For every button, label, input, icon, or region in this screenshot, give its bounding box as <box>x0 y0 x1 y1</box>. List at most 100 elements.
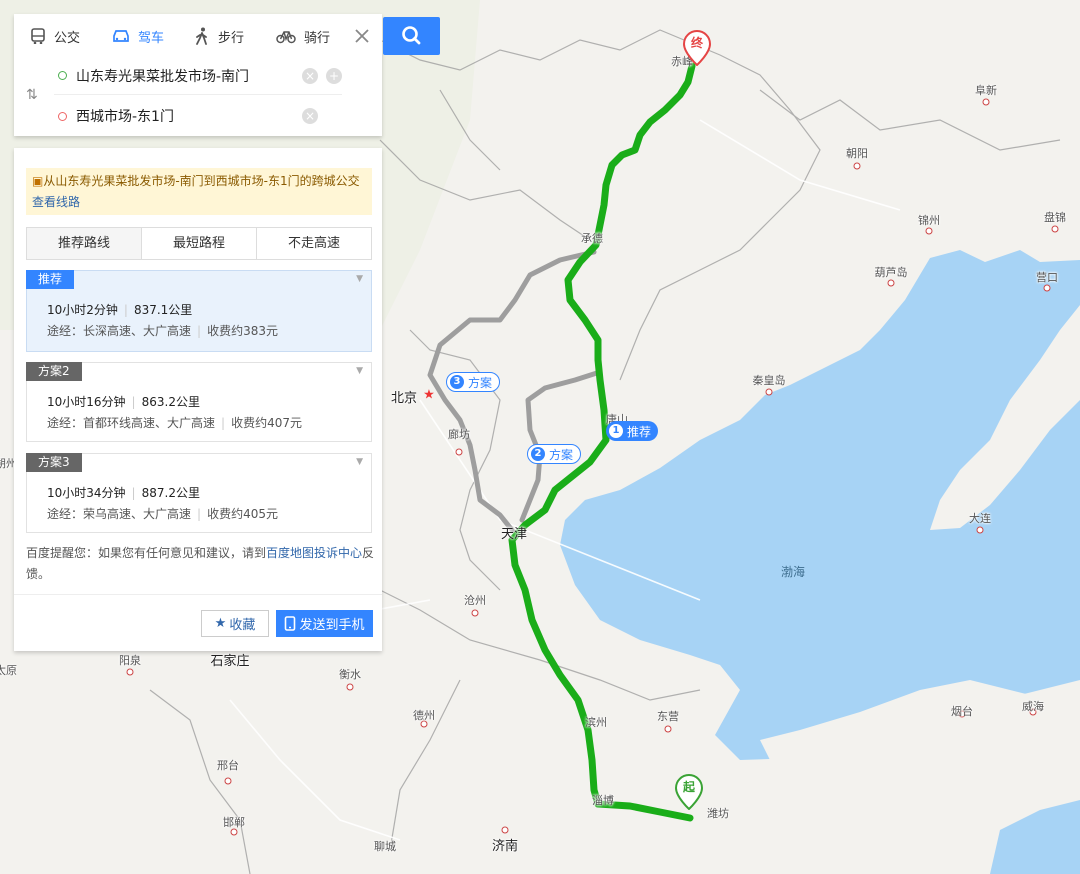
tab-drive-label: 驾车 <box>138 30 165 46</box>
route-plan-3[interactable]: 方案3 ▼ 10小时34分钟 | 887.2公里 途经：荣乌高速、大广高速 | 收费约4… <box>26 453 372 533</box>
city-dot <box>765 388 773 396</box>
tab-drive[interactable]: 驾车 <box>100 27 182 46</box>
plan-toll: 收费约407元 <box>231 416 302 430</box>
start-pin-icon[interactable]: 起 <box>674 773 704 811</box>
expand-arrow-icon: ▼ <box>356 366 363 376</box>
start-field[interactable]: 山东寿光果菜批发市场-南门 × + <box>54 57 342 95</box>
route-plan-1[interactable]: 推荐 ▼ 10小时2分钟 | 837.1公里 途经：长深高速、大广高速 | 收费约383… <box>26 270 372 352</box>
end-input[interactable]: 西城市场-东1门 <box>76 106 294 126</box>
city-label-beijing: 北京 <box>390 391 418 406</box>
city-label-panjin: 盘锦 <box>1044 211 1066 224</box>
city-label-chengde: 承德 <box>581 232 603 245</box>
complaint-center-link[interactable]: 百度地图投诉中心 <box>266 546 362 560</box>
favorite-label: 收藏 <box>229 618 256 633</box>
add-waypoint-icon[interactable]: + <box>326 67 342 84</box>
plan-distance: 837.1公里 <box>133 303 193 317</box>
tab-no-highway[interactable]: 不走高速 <box>257 228 371 259</box>
plan-badge: 方案2 <box>26 362 82 381</box>
tab-recommended[interactable]: 推荐路线 <box>27 228 142 259</box>
feedback-note: 百度提醒您：如果您有任何意见和建议，请到百度地图投诉中心反馈。 <box>26 543 376 585</box>
tab-shortest[interactable]: 最短路程 <box>142 228 257 259</box>
divider <box>14 594 382 595</box>
tab-bike-label: 骑行 <box>304 30 331 46</box>
city-label-dalian: 大连 <box>969 512 991 525</box>
route-tag-label: 方案 <box>549 447 574 462</box>
city-label-weifang: 潍坊 <box>707 807 729 820</box>
start-point-icon <box>58 71 67 80</box>
city-label-taiyuan: 太原 <box>0 664 17 677</box>
city-label-qinhuangdao: 秦皇岛 <box>752 374 786 387</box>
route-number-badge: 1 <box>609 424 623 438</box>
plan-toll: 收费约383元 <box>207 324 278 338</box>
plan-via: 途经：荣乌高速、大广高速 <box>47 507 192 521</box>
route-number-badge: 2 <box>531 447 545 461</box>
plan-duration: 10小时34分钟 <box>47 486 126 500</box>
city-dot <box>853 162 861 170</box>
city-label-jinan: 济南 <box>491 839 519 854</box>
city-label-binzhou: 滨州 <box>585 716 607 729</box>
end-pin-icon[interactable]: 终 <box>682 29 712 67</box>
travel-mode-tabs: 公交 驾车 步行 骑行 <box>14 14 382 58</box>
clear-icon[interactable]: × <box>302 108 318 124</box>
capital-star-icon: ★ <box>423 387 435 403</box>
city-label-huludao: 葫芦岛 <box>874 266 908 279</box>
plan-badge: 推荐 <box>26 270 75 289</box>
sea-label-bohai: 渤海 <box>780 565 806 579</box>
end-field[interactable]: 西城市场-东1门 × <box>54 97 342 135</box>
start-pin-label: 起 <box>682 780 695 794</box>
city-dot <box>925 227 933 235</box>
intercity-bus-notice: ▣从山东寿光果菜批发市场-南门到西城市场-东1门的跨城公交 查看线路 <box>26 168 372 215</box>
city-label-dongying: 东营 <box>657 710 679 723</box>
route-tag-label: 推荐 <box>627 424 652 439</box>
city-label-weihai: 威海 <box>1022 700 1044 713</box>
plan-duration: 10小时16分钟 <box>47 395 126 409</box>
favorite-button[interactable]: ★ 收藏 <box>201 610 269 637</box>
route-tag-plan-3[interactable]: 3 方案 <box>446 372 501 392</box>
end-point-icon <box>58 111 67 121</box>
plan-distance: 887.2公里 <box>141 486 200 500</box>
send-to-phone-button[interactable]: 发送到手机 <box>276 610 373 637</box>
tab-bus-label: 公交 <box>54 30 81 46</box>
city-label-yangquan: 阳泉 <box>119 654 141 667</box>
route-plan-2[interactable]: 方案2 ▼ 10小时16分钟 | 863.2公里 途经：首都环线高速、大广高速 | 收费… <box>26 362 372 442</box>
clear-icon[interactable]: × <box>302 67 318 84</box>
plan-distance: 863.2公里 <box>141 395 200 409</box>
route-number-badge: 3 <box>450 375 464 389</box>
city-dot <box>346 683 354 691</box>
tab-bus[interactable]: 公交 <box>18 27 100 46</box>
view-route-link[interactable]: 查看线路 <box>32 192 366 213</box>
city-label-dezhou: 德州 <box>413 709 435 722</box>
city-dot <box>982 98 990 106</box>
city-dot <box>126 668 134 676</box>
notice-text: 从山东寿光果菜批发市场-南门到西城市场-东1门的跨城公交 <box>43 174 360 188</box>
swap-direction-icon[interactable]: ⇅ <box>26 87 38 103</box>
city-dot <box>455 448 463 456</box>
city-label-jinzhou: 锦州 <box>918 214 940 227</box>
bus-icon: ▣ <box>32 174 44 188</box>
search-button[interactable] <box>383 17 440 55</box>
close-icon[interactable] <box>352 26 372 46</box>
car-icon <box>113 30 129 42</box>
search-icon <box>402 26 421 45</box>
tab-walk[interactable]: 步行 <box>182 27 264 46</box>
city-dot <box>224 777 232 785</box>
plan-via: 途经：长深高速、大广高速 <box>47 324 192 338</box>
walk-icon <box>196 27 207 45</box>
expand-arrow-icon: ▼ <box>356 274 363 284</box>
tab-bike[interactable]: 骑行 <box>264 27 346 46</box>
start-input[interactable]: 山东寿光果菜批发市场-南门 <box>76 66 294 86</box>
city-label-chaoyang: 朝阳 <box>846 147 868 160</box>
route-tag-plan-2[interactable]: 2 方案 <box>527 444 582 464</box>
city-dot <box>1051 225 1059 233</box>
city-dot <box>887 279 895 287</box>
city-label-shijiazhuang: 石家庄 <box>210 654 250 669</box>
city-label-yantai: 烟台 <box>951 705 973 718</box>
city-label-yingkou: 营口 <box>1036 271 1058 284</box>
expand-arrow-icon: ▼ <box>356 457 363 467</box>
route-tag-label: 方案 <box>468 375 493 390</box>
end-pin-label: 终 <box>690 36 703 50</box>
city-label-tianjin: 天津 <box>500 527 528 542</box>
route-tag-recommended[interactable]: 1 推荐 <box>606 421 659 441</box>
star-icon: ★ <box>214 616 227 631</box>
city-label-fuxin: 阜新 <box>975 84 997 97</box>
